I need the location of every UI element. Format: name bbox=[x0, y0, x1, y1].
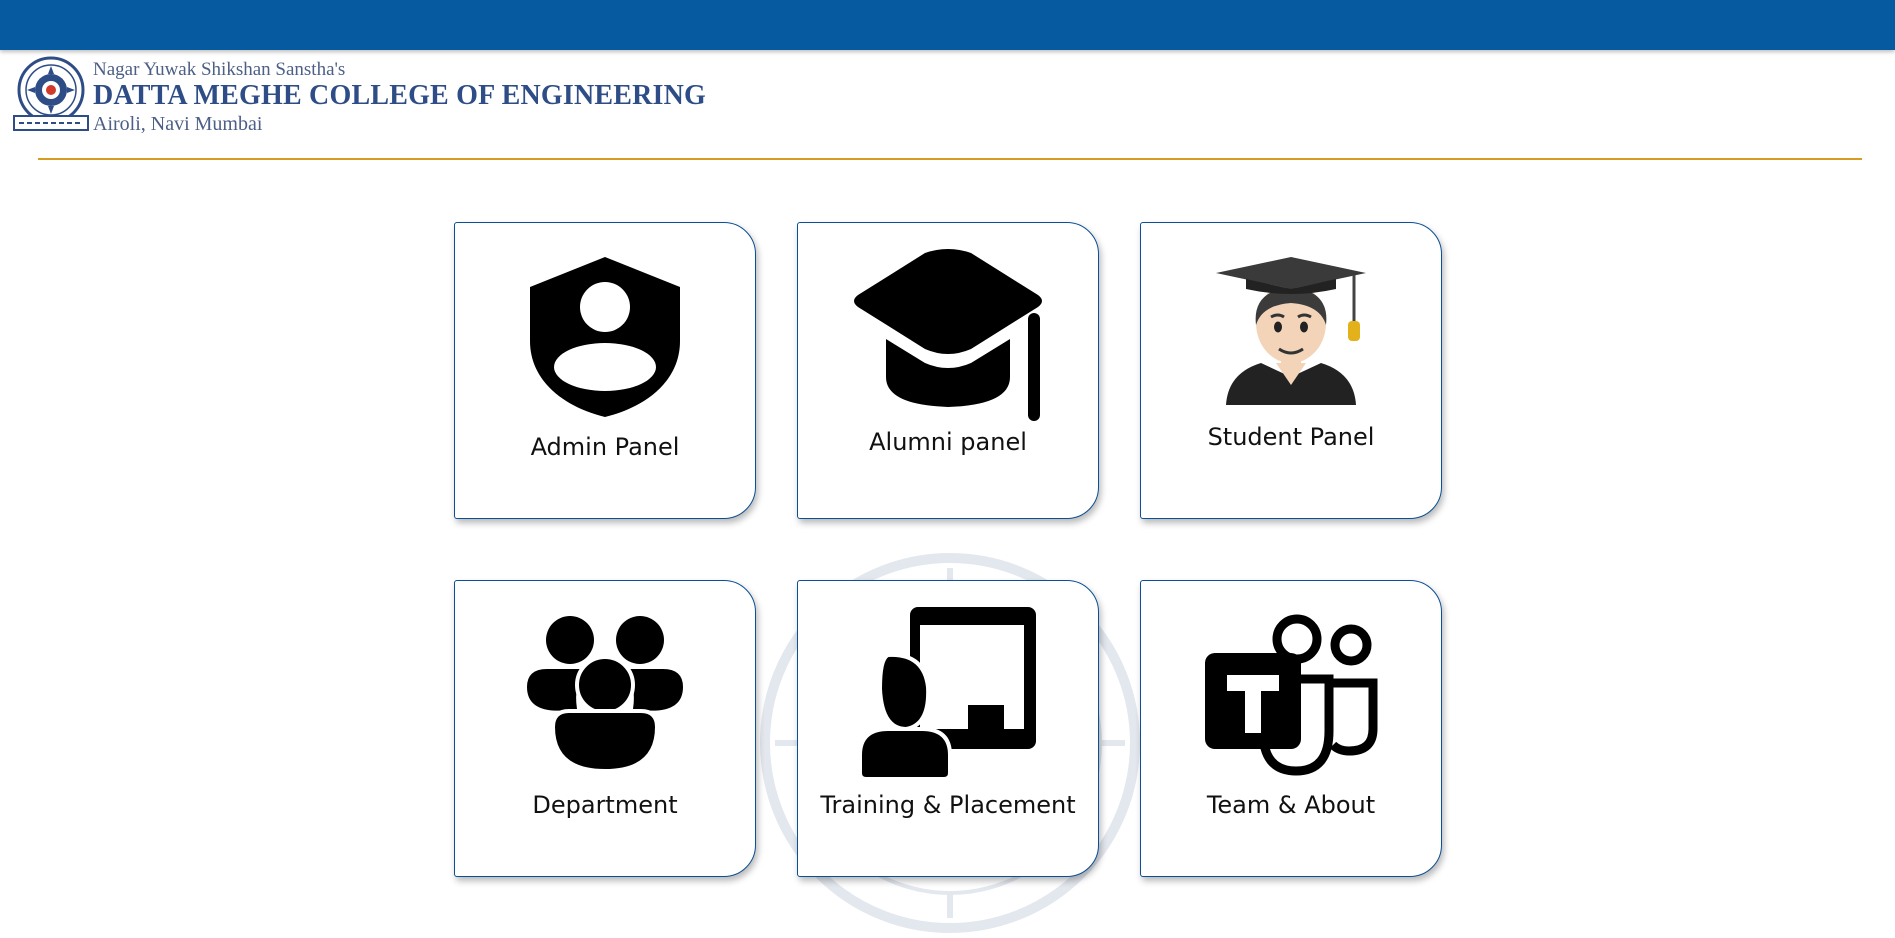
department-card[interactable]: Department bbox=[454, 580, 756, 877]
college-header: Nagar Yuwak Shikshan Sanstha's DATTA MEG… bbox=[13, 56, 713, 134]
training-placement-label: Training & Placement bbox=[820, 791, 1076, 819]
student-panel-card[interactable]: Student Panel bbox=[1140, 222, 1442, 519]
college-logo bbox=[13, 56, 89, 131]
shield-person-icon bbox=[530, 257, 680, 417]
header-divider bbox=[38, 158, 1862, 160]
team-about-label: Team & About bbox=[1206, 791, 1376, 819]
admin-panel-label: Admin Panel bbox=[530, 433, 680, 461]
training-placement-card[interactable]: Training & Placement bbox=[797, 580, 1099, 877]
student-emoji-icon bbox=[1216, 257, 1366, 405]
presenter-board-icon bbox=[858, 607, 1036, 781]
graduation-cap-icon bbox=[854, 249, 1042, 421]
student-panel-label: Student Panel bbox=[1207, 423, 1375, 451]
college-location: Airoli, Navi Mumbai bbox=[93, 113, 263, 135]
trust-name: Nagar Yuwak Shikshan Sanstha's bbox=[93, 59, 346, 80]
teams-logo-icon bbox=[1205, 614, 1378, 776]
people-group-icon bbox=[527, 616, 683, 773]
department-label: Department bbox=[532, 791, 678, 819]
admin-panel-card[interactable]: Admin Panel bbox=[454, 222, 756, 519]
team-about-card[interactable]: Team & About bbox=[1140, 580, 1442, 877]
college-name: DATTA MEGHE COLLEGE OF ENGINEERING bbox=[93, 80, 707, 111]
alumni-panel-label: Alumni panel bbox=[869, 428, 1027, 456]
top-bar bbox=[0, 0, 1895, 50]
alumni-panel-card[interactable]: Alumni panel bbox=[797, 222, 1099, 519]
